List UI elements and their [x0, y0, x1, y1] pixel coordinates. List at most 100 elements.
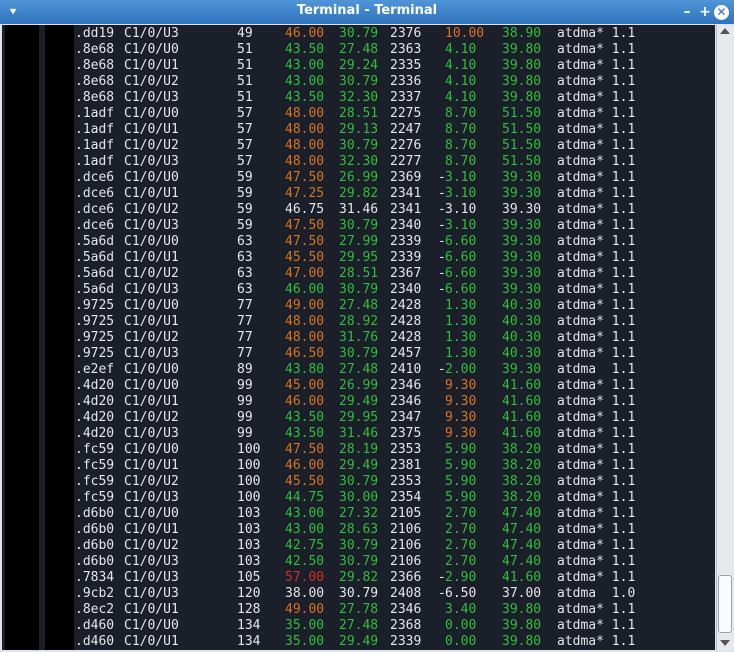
cell-c5: 27.48 — [339, 298, 379, 313]
cell-c5: 27.48 — [339, 618, 379, 633]
terminal-line: .5a6d C1/0/U1 63 45.50 29.95 2339-6.60 39.30 at… — [2, 250, 715, 266]
cell-port: C1/0/U0 — [124, 170, 179, 185]
cell-c4: 43.80 — [285, 362, 325, 377]
cell-id: .d460 — [75, 618, 115, 633]
cell-mod: atdma* 1.1 — [557, 74, 636, 89]
cell-mod: atdma* 1.1 — [557, 634, 636, 649]
cell-mod: atdma* 1.1 — [557, 538, 636, 553]
cell-c8: 2.70 — [445, 522, 477, 537]
cell-c4: 49.00 — [285, 602, 325, 617]
cell-num: 51 — [237, 74, 253, 89]
cell-c9: 39.80 — [502, 42, 542, 57]
cell-c9: 39.30 — [502, 250, 542, 265]
cell-c4: 47.50 — [285, 442, 325, 457]
cell-mod: atdma* 1.1 — [557, 394, 636, 409]
cell-port: C1/0/U0 — [124, 42, 179, 57]
title-bar[interactable]: ⯆ Terminal - Terminal – + ✕ — [0, 0, 734, 24]
cell-c6: 2336 — [390, 74, 422, 89]
cell-c8: 0.00 — [445, 618, 477, 633]
cell-id: .9cb2 — [75, 586, 115, 601]
cell-mod: atdma* 1.1 — [557, 426, 636, 441]
cell-id: .8e68 — [75, 58, 115, 73]
cell-port: C1/0/U3 — [124, 154, 179, 169]
scroll-down-icon[interactable] — [720, 640, 730, 646]
maximize-icon[interactable]: + — [697, 4, 713, 20]
terminal-line: .d6b0 C1/0/U1 103 43.00 28.63 2106 2.70 47.40 at… — [2, 522, 715, 538]
cell-c9: 51.50 — [502, 138, 542, 153]
cell-c8: 4.10 — [445, 74, 477, 89]
cell-c6: 2347 — [390, 410, 422, 425]
close-icon[interactable]: ✕ — [714, 5, 729, 20]
cell-num: 57 — [237, 122, 253, 137]
cell-c8: 3.40 — [445, 602, 477, 617]
cell-c4: 47.50 — [285, 234, 325, 249]
cell-c6: 2346 — [390, 602, 422, 617]
terminal-line: .9725 C1/0/U3 77 46.50 30.79 2457 1.30 40.30 atd… — [2, 346, 715, 362]
cell-c9: 39.30 — [502, 218, 542, 233]
cell-c9: 47.40 — [502, 522, 542, 537]
cell-c5: 27.32 — [339, 506, 379, 521]
cell-c6: 2106 — [390, 522, 422, 537]
cell-c6: 2337 — [390, 90, 422, 105]
cell-c9: 39.80 — [502, 58, 542, 73]
terminal-line: .dce6 C1/0/U0 59 47.50 26.99 2369-3.10 39.30 at… — [2, 170, 715, 186]
cell-id: .4d20 — [75, 378, 115, 393]
cell-c6: 2339 — [390, 634, 422, 649]
cell-port: C1/0/U0 — [124, 362, 179, 377]
cell-mod: atdma* 1.1 — [557, 90, 636, 105]
terminal-line: .9725 C1/0/U2 77 48.00 31.76 2428 1.30 40.30 atd… — [2, 330, 715, 346]
cell-c8: 2.00 — [445, 362, 477, 377]
cell-c5: 29.49 — [339, 634, 379, 649]
cell-port: C1/0/U1 — [124, 186, 179, 201]
cell-mod: atdma* 1.1 — [557, 298, 636, 313]
cell-c5: 29.95 — [339, 410, 379, 425]
cell-c8: 10.00 — [445, 26, 485, 41]
cell-num: 134 — [237, 618, 261, 633]
cell-mod: atdma* 1.1 — [557, 442, 636, 457]
cell-c5: 31.46 — [339, 202, 379, 217]
vertical-scrollbar[interactable] — [716, 25, 733, 650]
cell-c8: 4.10 — [445, 42, 477, 57]
cell-c8: 9.30 — [445, 426, 477, 441]
cell-mod: atdma* 1.1 — [557, 26, 636, 41]
cell-port: C1/0/U0 — [124, 378, 179, 393]
terminal-line: .9725 C1/0/U0 77 49.00 27.48 2428 1.30 40.30 atd… — [2, 298, 715, 314]
cell-mod: atdma* 1.1 — [557, 314, 636, 329]
minimize-icon[interactable]: – — [679, 4, 695, 20]
cell-c5: 29.13 — [339, 122, 379, 137]
cell-c6: 2340 — [390, 218, 422, 233]
cell-port: C1/0/U1 — [124, 58, 179, 73]
cell-c5: 27.48 — [339, 42, 379, 57]
scrollbar-thumb[interactable] — [718, 575, 732, 633]
cell-c4: 46.50 — [285, 346, 325, 361]
cell-c4: 42.50 — [285, 554, 325, 569]
scroll-up-icon[interactable] — [720, 28, 730, 34]
cell-id: .1adf — [75, 106, 115, 121]
cell-c8: 8.70 — [445, 106, 477, 121]
cell-port: C1/0/U1 — [124, 122, 179, 137]
cell-num: 103 — [237, 506, 261, 521]
cell-id: .1adf — [75, 122, 115, 137]
cell-c8: 4.10 — [445, 90, 477, 105]
cell-id: .4d20 — [75, 394, 115, 409]
cell-c9: 40.30 — [502, 314, 542, 329]
cell-num: 99 — [237, 378, 253, 393]
cell-c4: 38.00 — [285, 586, 325, 601]
terminal-line: .d460 C1/0/U1 134 35.00 29.49 2339 0.00 39.80 at… — [2, 634, 715, 650]
cell-c9: 39.80 — [502, 602, 542, 617]
terminal-line: .fc59 C1/0/U3 100 44.75 30.00 2354 5.90 38.20 at… — [2, 490, 715, 506]
cell-c6: 2341 — [390, 186, 422, 201]
cell-c6: 2428 — [390, 330, 422, 345]
cell-id: .d6b0 — [75, 538, 115, 553]
cell-c5: 30.79 — [339, 346, 379, 361]
cell-c5: 26.99 — [339, 170, 379, 185]
cell-c8: 5.90 — [445, 474, 477, 489]
cell-num: 120 — [237, 586, 261, 601]
cell-c4: 49.00 — [285, 298, 325, 313]
cell-c8: 1.30 — [445, 346, 477, 361]
cell-num: 100 — [237, 490, 261, 505]
cell-port: C1/0/U0 — [124, 442, 179, 457]
cell-c8: 5.90 — [445, 490, 477, 505]
cell-c8: 0.00 — [445, 634, 477, 649]
terminal-output[interactable]: .dd19 C1/0/U3 49 46.00 30.79 2376 10.00 38.90 at… — [2, 25, 715, 650]
